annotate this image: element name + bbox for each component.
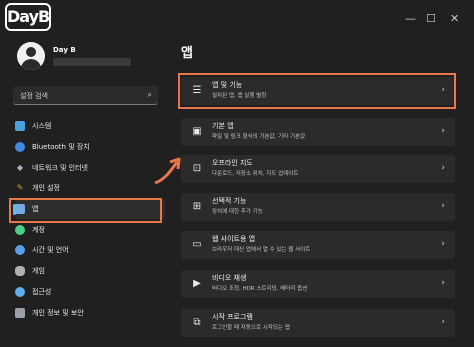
user-name: Day B [53, 46, 76, 54]
default-apps-icon: ▣ [192, 126, 202, 137]
card-startup[interactable]: ⧉ 시작 프로그램 로그인할 때 자동으로 시작되는 앱 › [181, 309, 455, 337]
apps-highlight-box [9, 198, 162, 223]
sidebar-item-bluetooth[interactable]: Bluetooth 및 장치 [15, 137, 165, 158]
sidebar-item-system[interactable]: 시스템 [15, 116, 165, 137]
chevron-right-icon: › [441, 278, 445, 288]
card-default-apps[interactable]: ▣ 기본 앱 파일 및 링크 형식의 기본값, 기타 기본값 › [181, 118, 455, 146]
card-subtitle: 브라우저 대신 앱에서 열 수 있는 웹 사이트 [212, 247, 311, 253]
bluetooth-icon [15, 142, 25, 153]
wifi-icon: ◆ [16, 162, 24, 172]
card-apps-for-websites[interactable]: ▭ 웹 사이트용 앱 브라우저 대신 앱에서 열 수 있는 웹 사이트 › [181, 231, 455, 259]
card-title: 시작 프로그램 [212, 313, 253, 321]
user-email-redacted [53, 58, 131, 66]
sidebar-item-gaming[interactable]: 게임 [15, 261, 165, 282]
accessibility-icon [15, 286, 25, 297]
title-bar: DayB — ☐ ✕ [0, 0, 474, 34]
avatar [17, 42, 45, 70]
user-profile[interactable]: Day B [17, 42, 167, 76]
page-title: 앱 [181, 46, 193, 61]
search-icon[interactable]: ⌕ [148, 90, 152, 100]
card-video-playback[interactable]: ▶ 비디오 재생 비디오 조정, HDR 스트리밍, 배터리 옵션 › [181, 270, 455, 298]
card-title: 웹 사이트용 앱 [212, 235, 256, 243]
sidebar-item-label: 시간 및 언어 [32, 246, 69, 255]
sidebar-item-privacy[interactable]: 개인 정보 및 보안 [15, 302, 165, 323]
card-offline-maps[interactable]: ⊡ 오프라인 지도 다운로드, 저장소 위치, 지도 업데이트 › [181, 155, 455, 183]
card-title: 선택적 기능 [212, 197, 247, 205]
sidebar-item-label: 접근성 [32, 287, 52, 296]
sidebar-item-time-language[interactable]: 시간 및 언어 [15, 240, 165, 261]
sidebar-item-accessibility[interactable]: 접근성 [15, 282, 165, 303]
close-button[interactable]: ✕ [450, 12, 459, 25]
sidebar-item-label: 네트워크 및 인터넷 [32, 163, 88, 172]
sidebar-item-network[interactable]: ◆ 네트워크 및 인터넷 [15, 157, 165, 178]
website-app-icon: ▭ [192, 239, 202, 250]
optional-features-icon: ⊞ [192, 201, 202, 212]
startup-icon: ⧉ [193, 317, 201, 328]
sidebar-item-label: Bluetooth 및 장치 [32, 143, 90, 152]
chevron-right-icon: › [441, 239, 445, 249]
card-subtitle: 장치에 대한 추가 기능 [212, 209, 263, 215]
sidebar-item-label: 개인 정보 및 보안 [32, 308, 84, 317]
map-icon: ⊡ [192, 163, 202, 174]
brush-icon: ✎ [16, 183, 24, 193]
sidebar-item-label: 게임 [32, 267, 45, 276]
globe-clock-icon [15, 245, 25, 256]
chevron-right-icon: › [441, 201, 445, 211]
settings-window: DayB — ☐ ✕ Day B ⌕ 시스템 Bluetooth 및 장치 ◆ … [0, 0, 474, 347]
monitor-icon [15, 121, 25, 132]
apps-features-highlight-box [178, 73, 456, 109]
card-subtitle: 파일 및 링크 형식의 기본값, 기타 기본값 [212, 134, 306, 140]
chevron-right-icon: › [441, 163, 445, 173]
minimize-button[interactable]: — [405, 12, 416, 25]
chevron-right-icon: › [441, 126, 445, 136]
sidebar-item-label: 개인 설정 [32, 184, 60, 193]
card-title: 기본 앱 [212, 122, 234, 130]
search-box[interactable]: ⌕ [13, 86, 158, 106]
card-title: 비디오 재생 [212, 274, 247, 282]
chevron-right-icon: › [441, 317, 445, 327]
sidebar-item-label: 시스템 [32, 122, 52, 131]
card-optional-features[interactable]: ⊞ 선택적 기능 장치에 대한 추가 기능 › [181, 193, 455, 221]
person-icon [15, 224, 25, 235]
gamepad-icon [15, 266, 25, 277]
card-title: 오프라인 지도 [212, 159, 253, 167]
maximize-button[interactable]: ☐ [426, 12, 436, 25]
sidebar-item-label: 계정 [32, 225, 45, 234]
shield-icon [15, 307, 25, 318]
sidebar-item-personalization[interactable]: ✎ 개인 설정 [15, 178, 165, 199]
video-icon: ▶ [193, 278, 201, 289]
card-subtitle: 비디오 조정, HDR 스트리밍, 배터리 옵션 [212, 286, 308, 292]
search-input[interactable] [13, 86, 142, 106]
card-subtitle: 로그인할 때 자동으로 시작되는 앱 [212, 325, 290, 331]
dayb-logo: DayB [5, 3, 51, 31]
card-subtitle: 다운로드, 저장소 위치, 지도 업데이트 [212, 171, 299, 177]
